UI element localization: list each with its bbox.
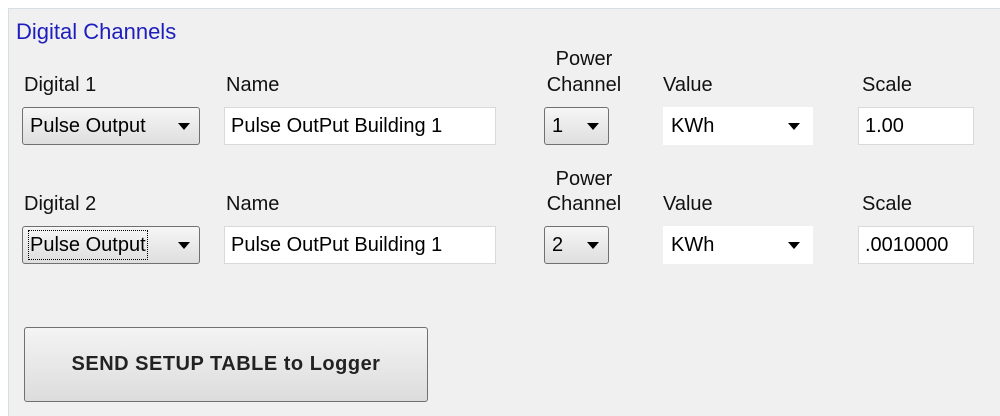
digital-2-type-select[interactable]: Pulse Output [22,226,200,264]
digital-2-value-value: KWh [671,234,715,256]
digital-2-name-input[interactable]: Pulse OutPut Building 1 [224,226,496,264]
digital-1-value-value: KWh [671,115,715,137]
digital-2-value-select[interactable]: KWh [663,226,813,264]
chevron-down-icon [587,242,599,249]
channel-label-2: Channel [546,193,622,215]
power-label-2: Power [555,168,613,190]
digital-2-power-channel-select[interactable]: 2 [544,226,609,264]
digital-2-type-value: Pulse Output [28,230,148,260]
digital-1-scale-input[interactable]: 1.00 [858,107,974,145]
chevron-down-icon [788,123,800,130]
digital-2-label: Digital 2 [24,193,97,215]
digital-2-scale-input[interactable]: .0010000 [858,226,974,264]
scale-label-2: Scale [862,193,913,215]
digital-1-name-input[interactable]: Pulse OutPut Building 1 [224,107,496,145]
digital-1-value-select[interactable]: KWh [663,107,813,145]
power-label-1: Power [555,48,613,70]
name-label-2: Name [226,193,280,215]
digital-1-type-select[interactable]: Pulse Output [22,107,200,145]
chevron-down-icon [178,123,190,130]
scale-label-1: Scale [862,74,913,96]
chevron-down-icon [788,242,800,249]
value-label-2: Value [663,193,713,215]
name-label-1: Name [226,74,280,96]
digital-1-type-value: Pulse Output [30,115,146,137]
chevron-down-icon [587,123,599,130]
digital-2-power-channel-value: 2 [552,234,564,256]
digital-1-label: Digital 1 [24,74,97,96]
send-setup-table-button[interactable]: SEND SETUP TABLE to Logger [24,327,428,402]
channel-label-1: Channel [546,74,622,96]
chevron-down-icon [178,242,190,249]
group-title: Digital Channels [16,19,179,44]
value-label-1: Value [663,74,713,96]
digital-1-power-channel-value: 1 [552,115,564,137]
digital-1-power-channel-select[interactable]: 1 [544,107,609,145]
